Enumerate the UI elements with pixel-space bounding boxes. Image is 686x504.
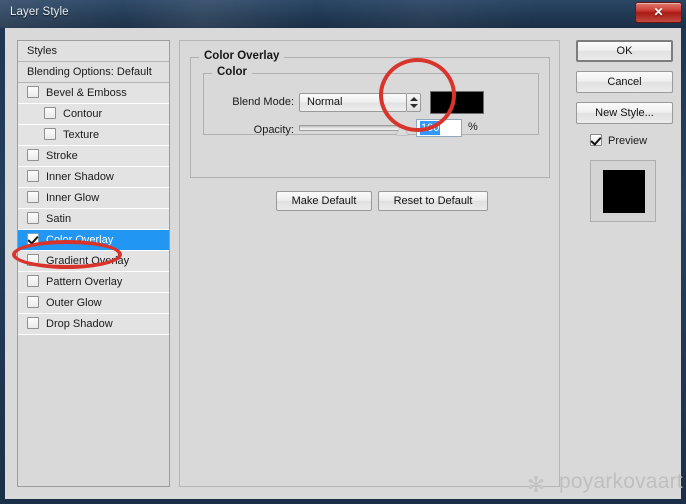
checkbox-icon[interactable] bbox=[27, 86, 39, 99]
sidebar-item-stroke[interactable]: Stroke bbox=[18, 146, 169, 167]
sidebar-item-label: Inner Shadow bbox=[46, 171, 114, 183]
opacity-label: Opacity: bbox=[253, 124, 294, 136]
checkbox-icon[interactable] bbox=[27, 296, 39, 309]
sidebar-item-pattern-overlay[interactable]: Pattern Overlay bbox=[18, 272, 169, 293]
opacity-unit-label: % bbox=[468, 121, 478, 133]
opacity-input[interactable]: 100 bbox=[416, 119, 462, 137]
layer-style-window: Layer Style ✕ Styles Blending Options: D… bbox=[0, 0, 686, 504]
color-group: Color Blend Mode: Normal Opacity: 100 % bbox=[203, 66, 539, 137]
checkbox-icon[interactable] bbox=[27, 170, 39, 183]
sidebar-item-label: Bevel & Emboss bbox=[46, 87, 127, 99]
chevron-up-icon bbox=[410, 97, 418, 101]
sidebar-item-color-overlay[interactable]: Color Overlay bbox=[18, 230, 169, 251]
opacity-slider-thumb[interactable] bbox=[396, 124, 408, 135]
checkbox-icon[interactable] bbox=[27, 275, 39, 288]
sidebar-item-label: Stroke bbox=[46, 150, 78, 162]
reset-to-default-button[interactable]: Reset to Default bbox=[378, 191, 488, 211]
preview-thumbnail-swatch bbox=[603, 170, 645, 213]
checkbox-icon[interactable] bbox=[590, 134, 602, 146]
dialog-client-area: Styles Blending Options: Default Bevel &… bbox=[5, 28, 681, 499]
sidebar-item-satin[interactable]: Satin bbox=[18, 209, 169, 230]
sidebar-item-label: Satin bbox=[46, 213, 72, 225]
styles-header-label: Styles bbox=[27, 45, 57, 57]
sidebar-item-texture[interactable]: Texture bbox=[18, 125, 169, 146]
checkbox-icon[interactable] bbox=[27, 149, 39, 162]
sidebar-item-label: Contour bbox=[63, 108, 103, 120]
preview-thumbnail bbox=[590, 160, 656, 222]
cancel-button[interactable]: Cancel bbox=[576, 71, 673, 93]
color-swatch[interactable] bbox=[430, 91, 484, 114]
opacity-input-value: 100 bbox=[420, 121, 441, 135]
checkbox-icon[interactable] bbox=[27, 233, 39, 246]
ok-button[interactable]: OK bbox=[576, 40, 673, 62]
chevron-down-icon bbox=[410, 104, 418, 108]
close-icon: ✕ bbox=[653, 5, 664, 19]
styles-panel-empty-area bbox=[18, 335, 169, 473]
new-style-button[interactable]: New Style... bbox=[576, 102, 673, 124]
blend-mode-label: Blend Mode: bbox=[232, 96, 294, 108]
checkbox-icon[interactable] bbox=[44, 107, 56, 120]
sidebar-item-label: Gradient Overlay bbox=[46, 255, 130, 267]
sidebar-item-label: Texture bbox=[63, 129, 100, 141]
styles-panel: Styles Blending Options: Default Bevel &… bbox=[17, 40, 170, 487]
color-overlay-settings-panel: Color Overlay Color Blend Mode: Normal O… bbox=[179, 40, 560, 487]
checkbox-icon[interactable] bbox=[27, 317, 39, 330]
make-default-button[interactable]: Make Default bbox=[276, 191, 372, 211]
sidebar-item-label: Color Overlay bbox=[46, 234, 114, 246]
blend-mode-spinner-icon[interactable] bbox=[407, 93, 421, 112]
sidebar-item-contour[interactable]: Contour bbox=[18, 104, 169, 125]
color-overlay-group-title: Color Overlay bbox=[199, 50, 285, 62]
dialog-actions-column: OK Cancel New Style... Preview bbox=[574, 40, 677, 487]
checkbox-icon[interactable] bbox=[44, 128, 56, 141]
color-group-title: Color bbox=[212, 66, 253, 78]
sidebar-item-label: Inner Glow bbox=[46, 192, 100, 204]
color-overlay-group: Color Overlay Color Blend Mode: Normal O… bbox=[190, 50, 550, 178]
preview-checkbox[interactable]: Preview bbox=[590, 134, 647, 147]
sidebar-item-inner-shadow[interactable]: Inner Shadow bbox=[18, 167, 169, 188]
sidebar-item-outer-glow[interactable]: Outer Glow bbox=[18, 293, 169, 314]
sidebar-item-label: Pattern Overlay bbox=[46, 276, 123, 288]
sidebar-item-blending-options[interactable]: Blending Options: Default bbox=[18, 62, 169, 83]
close-button[interactable]: ✕ bbox=[635, 2, 682, 23]
sidebar-item-label: Outer Glow bbox=[46, 297, 102, 309]
blending-options-label: Blending Options: Default bbox=[27, 66, 152, 78]
styles-panel-header[interactable]: Styles bbox=[18, 41, 169, 62]
sidebar-item-bevel-emboss[interactable]: Bevel & Emboss bbox=[18, 83, 169, 104]
checkbox-icon[interactable] bbox=[27, 191, 39, 204]
checkbox-icon[interactable] bbox=[27, 212, 39, 225]
sidebar-item-drop-shadow[interactable]: Drop Shadow bbox=[18, 314, 169, 335]
opacity-slider[interactable] bbox=[299, 123, 408, 135]
title-bar: Layer Style ✕ bbox=[0, 0, 686, 28]
sidebar-item-gradient-overlay[interactable]: Gradient Overlay bbox=[18, 251, 169, 272]
sidebar-item-label: Drop Shadow bbox=[46, 318, 113, 330]
preview-label: Preview bbox=[608, 135, 648, 147]
window-title: Layer Style bbox=[10, 6, 69, 18]
opacity-slider-track bbox=[299, 125, 405, 131]
checkbox-icon[interactable] bbox=[27, 254, 39, 267]
sidebar-item-inner-glow[interactable]: Inner Glow bbox=[18, 188, 169, 209]
blend-mode-select[interactable]: Normal bbox=[299, 93, 407, 112]
